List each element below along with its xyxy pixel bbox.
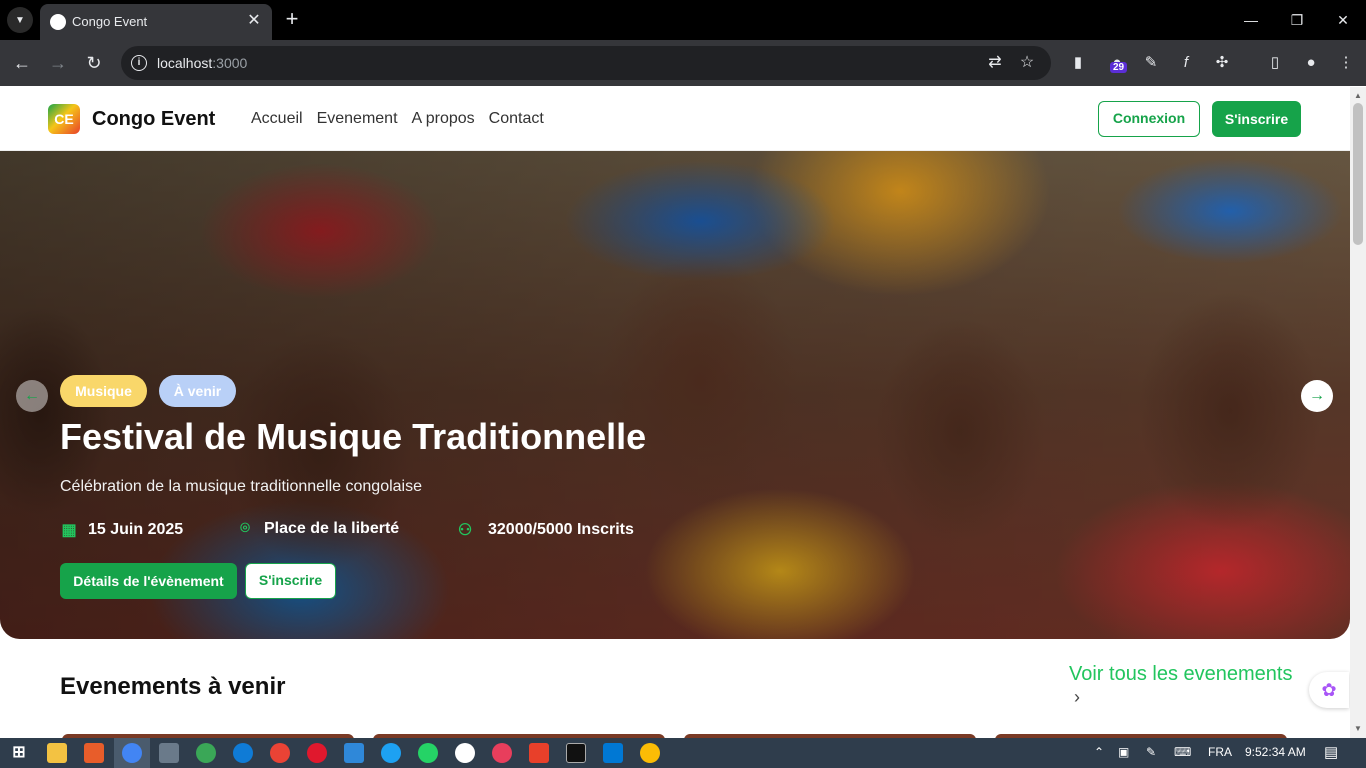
see-all-events-link[interactable]: Voir tous les evenements bbox=[1069, 663, 1292, 686]
tab-search-button[interactable]: ▼ bbox=[7, 7, 33, 33]
profile-avatar-icon[interactable]: ● bbox=[1301, 53, 1321, 73]
windows-start-icon[interactable]: ⊞ bbox=[9, 743, 29, 763]
event-location-text: Place de la liberté bbox=[264, 520, 400, 537]
site-info-icon[interactable]: i bbox=[131, 55, 147, 71]
side-panel-icon[interactable]: ▯ bbox=[1265, 53, 1285, 73]
favicon-icon bbox=[50, 14, 66, 30]
upcoming-events-title: Evenements à venir bbox=[60, 673, 286, 700]
arrow-right-icon: → bbox=[1309, 387, 1325, 404]
event-attendance: ⚇ 32000/5000 Inscrits bbox=[452, 520, 634, 540]
formula-icon[interactable]: f bbox=[1176, 53, 1196, 73]
app-icon[interactable] bbox=[455, 743, 475, 763]
logo-icon[interactable]: CE bbox=[48, 104, 80, 134]
nav-item-evenement[interactable]: Evenement bbox=[317, 110, 398, 128]
event-date: ▦ 15 Juin 2025 bbox=[60, 520, 183, 540]
terminal-icon[interactable] bbox=[566, 743, 586, 763]
chrome-icon[interactable] bbox=[122, 743, 142, 763]
scrollbar-thumb[interactable] bbox=[1353, 103, 1363, 245]
hero-carousel: ← → Musique À venir Festival de Musique … bbox=[0, 151, 1350, 639]
app-icon[interactable] bbox=[159, 743, 179, 763]
app-icon[interactable] bbox=[344, 743, 364, 763]
close-window-button[interactable]: ✕ bbox=[1328, 8, 1358, 32]
category-tag: Musique bbox=[60, 375, 147, 407]
chrome-icon[interactable] bbox=[640, 743, 660, 763]
menu-kebab-icon[interactable]: ⋮ bbox=[1336, 53, 1356, 73]
keyboard-icon[interactable]: ⌨ bbox=[1174, 745, 1191, 759]
bookmark-star-icon[interactable]: ☆ bbox=[1017, 53, 1037, 73]
event-title: Festival de Musique Traditionnelle bbox=[60, 416, 647, 457]
reload-icon[interactable]: ↻ bbox=[82, 51, 106, 75]
carousel-prev-button[interactable]: ← bbox=[16, 380, 48, 412]
event-attendance-text: 32000/5000 Inscrits bbox=[488, 521, 634, 538]
restore-button[interactable]: ❐ bbox=[1282, 8, 1312, 32]
event-date-text: 15 Juin 2025 bbox=[88, 521, 184, 538]
extensions-puzzle-icon[interactable]: ✣ bbox=[1212, 53, 1232, 73]
tray-chevron-up-icon[interactable]: ⌃ bbox=[1094, 745, 1104, 759]
close-tab-icon[interactable]: ✕ bbox=[244, 11, 264, 31]
chevron-down-icon: ▼ bbox=[15, 14, 25, 26]
opera-icon[interactable] bbox=[307, 743, 327, 763]
forward-icon[interactable]: → bbox=[46, 51, 70, 75]
minimize-button[interactable]: — bbox=[1236, 8, 1266, 32]
page-viewport: CE Congo Event Accueil Evenement A propo… bbox=[0, 87, 1350, 738]
status-tag: À venir bbox=[159, 375, 236, 407]
tab-title: Congo Event bbox=[72, 14, 148, 29]
event-signup-button[interactable]: S'inscrire bbox=[245, 563, 336, 599]
event-details-button[interactable]: Détails de l'évènement bbox=[60, 563, 237, 599]
users-icon: ⚇ bbox=[457, 522, 473, 539]
browser-tab-bar: ▼ Congo Event ✕ + — ❐ ✕ bbox=[0, 0, 1366, 40]
nav-item-contact[interactable]: Contact bbox=[489, 110, 544, 128]
main-nav: Accueil Evenement A propos Contact bbox=[251, 110, 544, 128]
notifications-icon[interactable]: ▤ bbox=[1324, 743, 1338, 761]
signup-button[interactable]: S'inscrire bbox=[1212, 101, 1301, 137]
site-name[interactable]: Congo Event bbox=[92, 108, 215, 131]
address-bar[interactable]: i localhost:3000 ⇄ ☆ bbox=[121, 46, 1051, 80]
new-tab-button[interactable]: + bbox=[280, 8, 304, 32]
scroll-down-icon[interactable]: ▼ bbox=[1354, 724, 1362, 734]
scroll-up-icon[interactable]: ▲ bbox=[1354, 91, 1362, 101]
calendar-icon: ▦ bbox=[61, 522, 77, 539]
windows-taskbar: ⊞ ⌃ ▣ ✎ ⌨ FRA 9:52:34 AM ▤ bbox=[0, 738, 1366, 768]
site-header: CE Congo Event Accueil Evenement A propo… bbox=[0, 87, 1350, 151]
page-scrollbar[interactable]: ▲ ▼ bbox=[1350, 87, 1366, 738]
translate-icon[interactable]: ⇄ bbox=[985, 53, 1005, 73]
event-location: ⌾ Place de la liberté bbox=[236, 520, 399, 538]
extension-count-badge: 29 bbox=[1110, 62, 1128, 73]
pen-icon[interactable]: ✎ bbox=[1146, 745, 1156, 759]
browser-toolbar: ← → ↻ i localhost:3000 ⇄ ☆ ▮ ● ✎ f ✣ ▯ ●… bbox=[0, 40, 1366, 86]
ai-assistant-brain-icon[interactable]: ✿ bbox=[1309, 672, 1349, 708]
eyedropper-icon[interactable]: ✎ bbox=[1141, 53, 1161, 73]
file-explorer-icon[interactable] bbox=[47, 743, 67, 763]
app-icon[interactable] bbox=[196, 743, 216, 763]
login-button[interactable]: Connexion bbox=[1098, 101, 1200, 137]
chrome-icon[interactable] bbox=[270, 743, 290, 763]
vscode-icon[interactable] bbox=[603, 743, 623, 763]
back-icon[interactable]: ← bbox=[10, 51, 34, 75]
app-icon[interactable] bbox=[492, 743, 512, 763]
url-text: localhost:3000 bbox=[157, 55, 248, 71]
edge-icon[interactable] bbox=[233, 743, 253, 763]
app-icon[interactable] bbox=[381, 743, 401, 763]
carousel-next-button[interactable]: → bbox=[1301, 380, 1333, 412]
browser-tab[interactable]: Congo Event ✕ bbox=[40, 4, 272, 40]
chevron-right-icon[interactable]: › bbox=[1074, 687, 1080, 708]
app-icon[interactable] bbox=[84, 743, 104, 763]
map-pin-icon: ⌾ bbox=[240, 520, 250, 537]
nav-item-a-propos[interactable]: A propos bbox=[412, 110, 475, 128]
extension-docs-icon[interactable]: ▮ bbox=[1068, 53, 1088, 73]
event-subtitle: Célébration de la musique traditionnelle… bbox=[60, 478, 423, 495]
whatsapp-icon[interactable] bbox=[418, 743, 438, 763]
nav-item-accueil[interactable]: Accueil bbox=[251, 110, 303, 128]
clock[interactable]: 9:52:34 AM bbox=[1245, 745, 1306, 759]
app-icon[interactable] bbox=[529, 743, 549, 763]
tray-app-icon[interactable]: ▣ bbox=[1118, 745, 1129, 759]
language-indicator[interactable]: FRA bbox=[1208, 745, 1232, 759]
arrow-left-icon: ← bbox=[24, 387, 40, 404]
